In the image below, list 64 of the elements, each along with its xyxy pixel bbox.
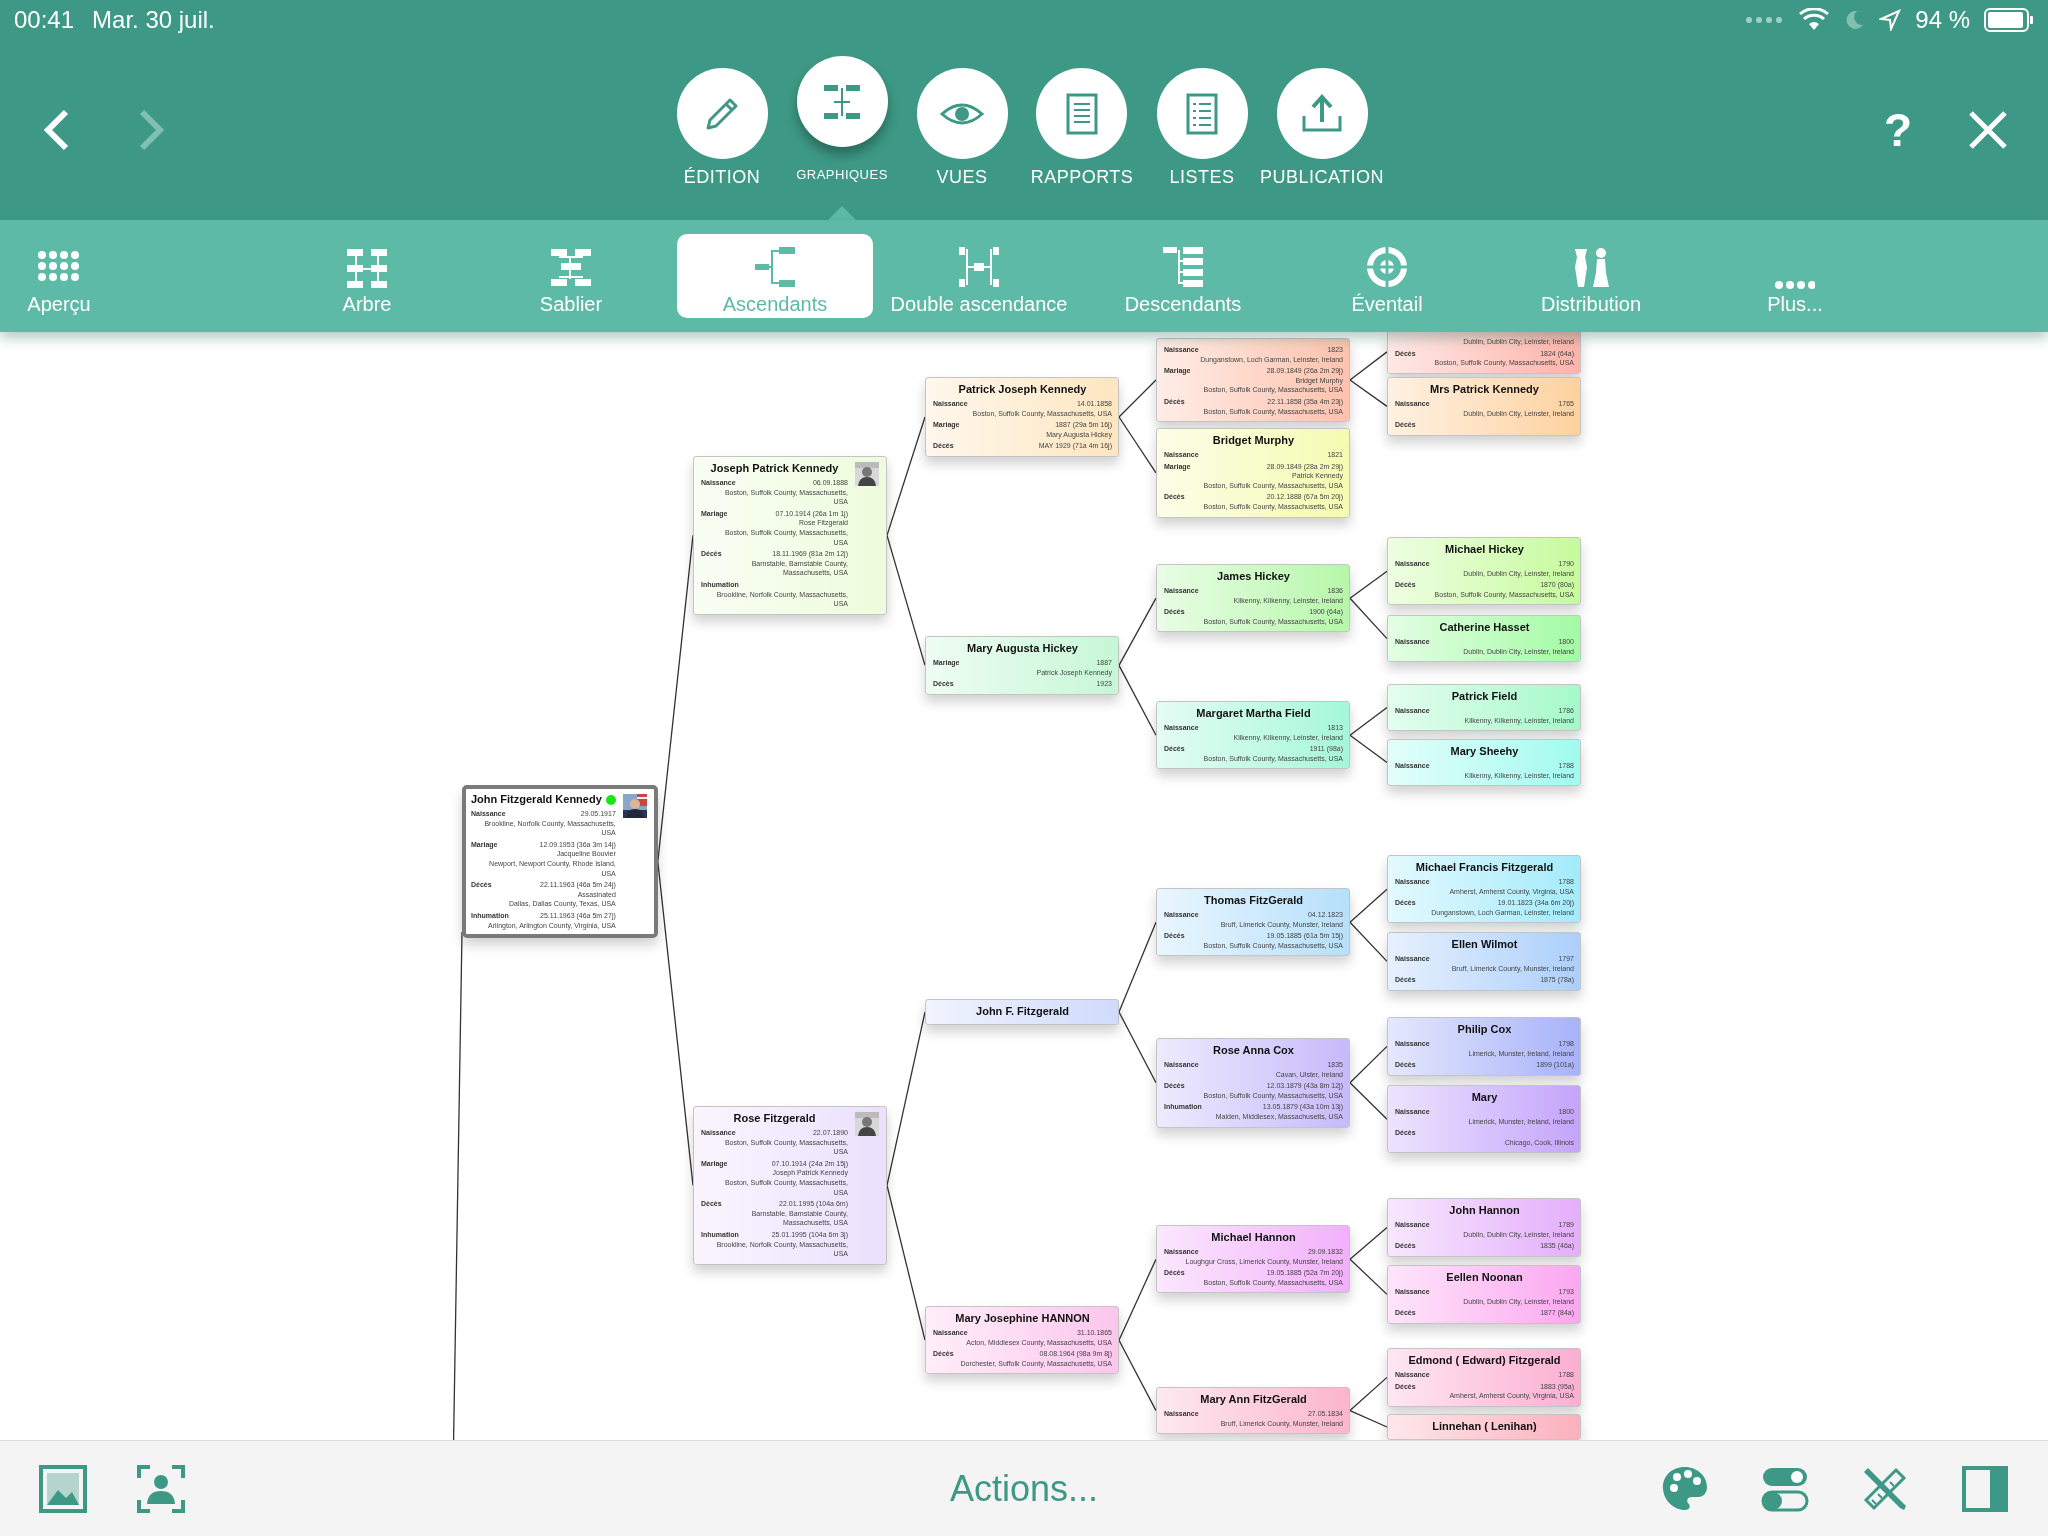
connector-line xyxy=(1349,1226,1388,1260)
person-card[interactable] xyxy=(693,456,887,615)
person-name: Rose Anna Cox xyxy=(1213,1043,1294,1058)
close-button[interactable] xyxy=(1968,110,2008,150)
person-name: John F. Fitzgerald xyxy=(976,1004,1069,1019)
frame-person-button[interactable] xyxy=(136,1463,186,1514)
person-name: Eellen Noonan xyxy=(1446,1270,1523,1285)
person-card[interactable]: Linnehan ( Lenihan) xyxy=(1387,1414,1581,1440)
person-name: Mary Augusta Hickey xyxy=(967,641,1078,656)
location-icon xyxy=(1879,9,1902,31)
connector-line xyxy=(1349,706,1388,736)
more-dots-icon xyxy=(1775,281,1815,289)
person-card[interactable]: John F. Fitzgerald xyxy=(925,999,1119,1025)
person-name: Edmond ( Edward) Fitzgerald xyxy=(1408,1353,1561,1368)
connector-line xyxy=(1349,921,1388,963)
person-frame-icon xyxy=(136,1463,186,1514)
landscape-frame-icon xyxy=(38,1463,88,1514)
person-name: Ellen Wilmot xyxy=(1451,937,1518,952)
status-date: Mar. 30 juil. xyxy=(92,6,215,34)
person-name: Bridget Murphy xyxy=(1212,433,1295,448)
connector-line xyxy=(1349,1045,1388,1084)
person-name: Michael Francis Fitzgerald xyxy=(1415,860,1554,875)
connector-line xyxy=(1349,734,1388,764)
person-card[interactable] xyxy=(462,785,658,939)
battery-icon xyxy=(1984,8,2034,32)
person-name: Catherine Hasset xyxy=(1439,620,1530,635)
person-name: Margaret Martha Field xyxy=(1196,706,1311,721)
descendant-chart-icon xyxy=(1161,245,1205,289)
person-name: Michael Hannon xyxy=(1211,1230,1296,1245)
person-name: Philip Cox xyxy=(1457,1022,1512,1037)
person-name: Mary Josephine HANNON xyxy=(955,1311,1090,1326)
person-card[interactable] xyxy=(693,1106,887,1265)
connector-line xyxy=(1349,351,1388,381)
sidebar-button[interactable] xyxy=(1960,1463,2010,1514)
person-name: John Fitzgerald Kennedy xyxy=(471,792,602,807)
person-name: Michael Hickey xyxy=(1445,542,1524,557)
person-name: Linnehan ( Lenihan) xyxy=(1432,1419,1537,1434)
connector-line xyxy=(1349,888,1388,923)
person-name: Thomas FitzGerald xyxy=(1204,893,1303,908)
close-icon xyxy=(1968,110,2008,150)
connector-line xyxy=(1349,379,1388,408)
person-name: Mary Ann FitzGerald xyxy=(1200,1392,1307,1407)
frame-picture-button[interactable] xyxy=(38,1463,88,1514)
person-name: Mary Sheehy xyxy=(1450,744,1519,759)
clock-time: 00:41 xyxy=(14,6,75,34)
battery-percent: 94 % xyxy=(1915,6,1970,34)
wifi-icon xyxy=(1799,8,1830,32)
sidebar-icon xyxy=(1960,1463,2010,1514)
person-name: Patrick Joseph Kennedy xyxy=(958,382,1087,397)
connector-line xyxy=(1349,1082,1388,1120)
ancestor-chart-icon xyxy=(753,245,797,289)
person-name: Patrick Field xyxy=(1451,689,1518,704)
connector-line xyxy=(1118,664,1157,736)
person-name: Mary xyxy=(1471,1090,1498,1105)
person-name: Joseph Patrick Kennedy xyxy=(710,461,839,476)
person-name: Mrs Patrick Kennedy xyxy=(1430,382,1539,397)
fan-chart-icon xyxy=(1365,245,1409,289)
person-name: John Hannon xyxy=(1449,1203,1520,1218)
person-name: James Hickey xyxy=(1217,569,1290,584)
connector-line xyxy=(1349,1258,1388,1296)
double-ancestor-chart-icon xyxy=(957,245,1001,289)
connector-line xyxy=(1118,597,1157,667)
person-name: Rose Fitzgerald xyxy=(733,1111,816,1126)
person-card[interactable] xyxy=(1156,338,1350,423)
